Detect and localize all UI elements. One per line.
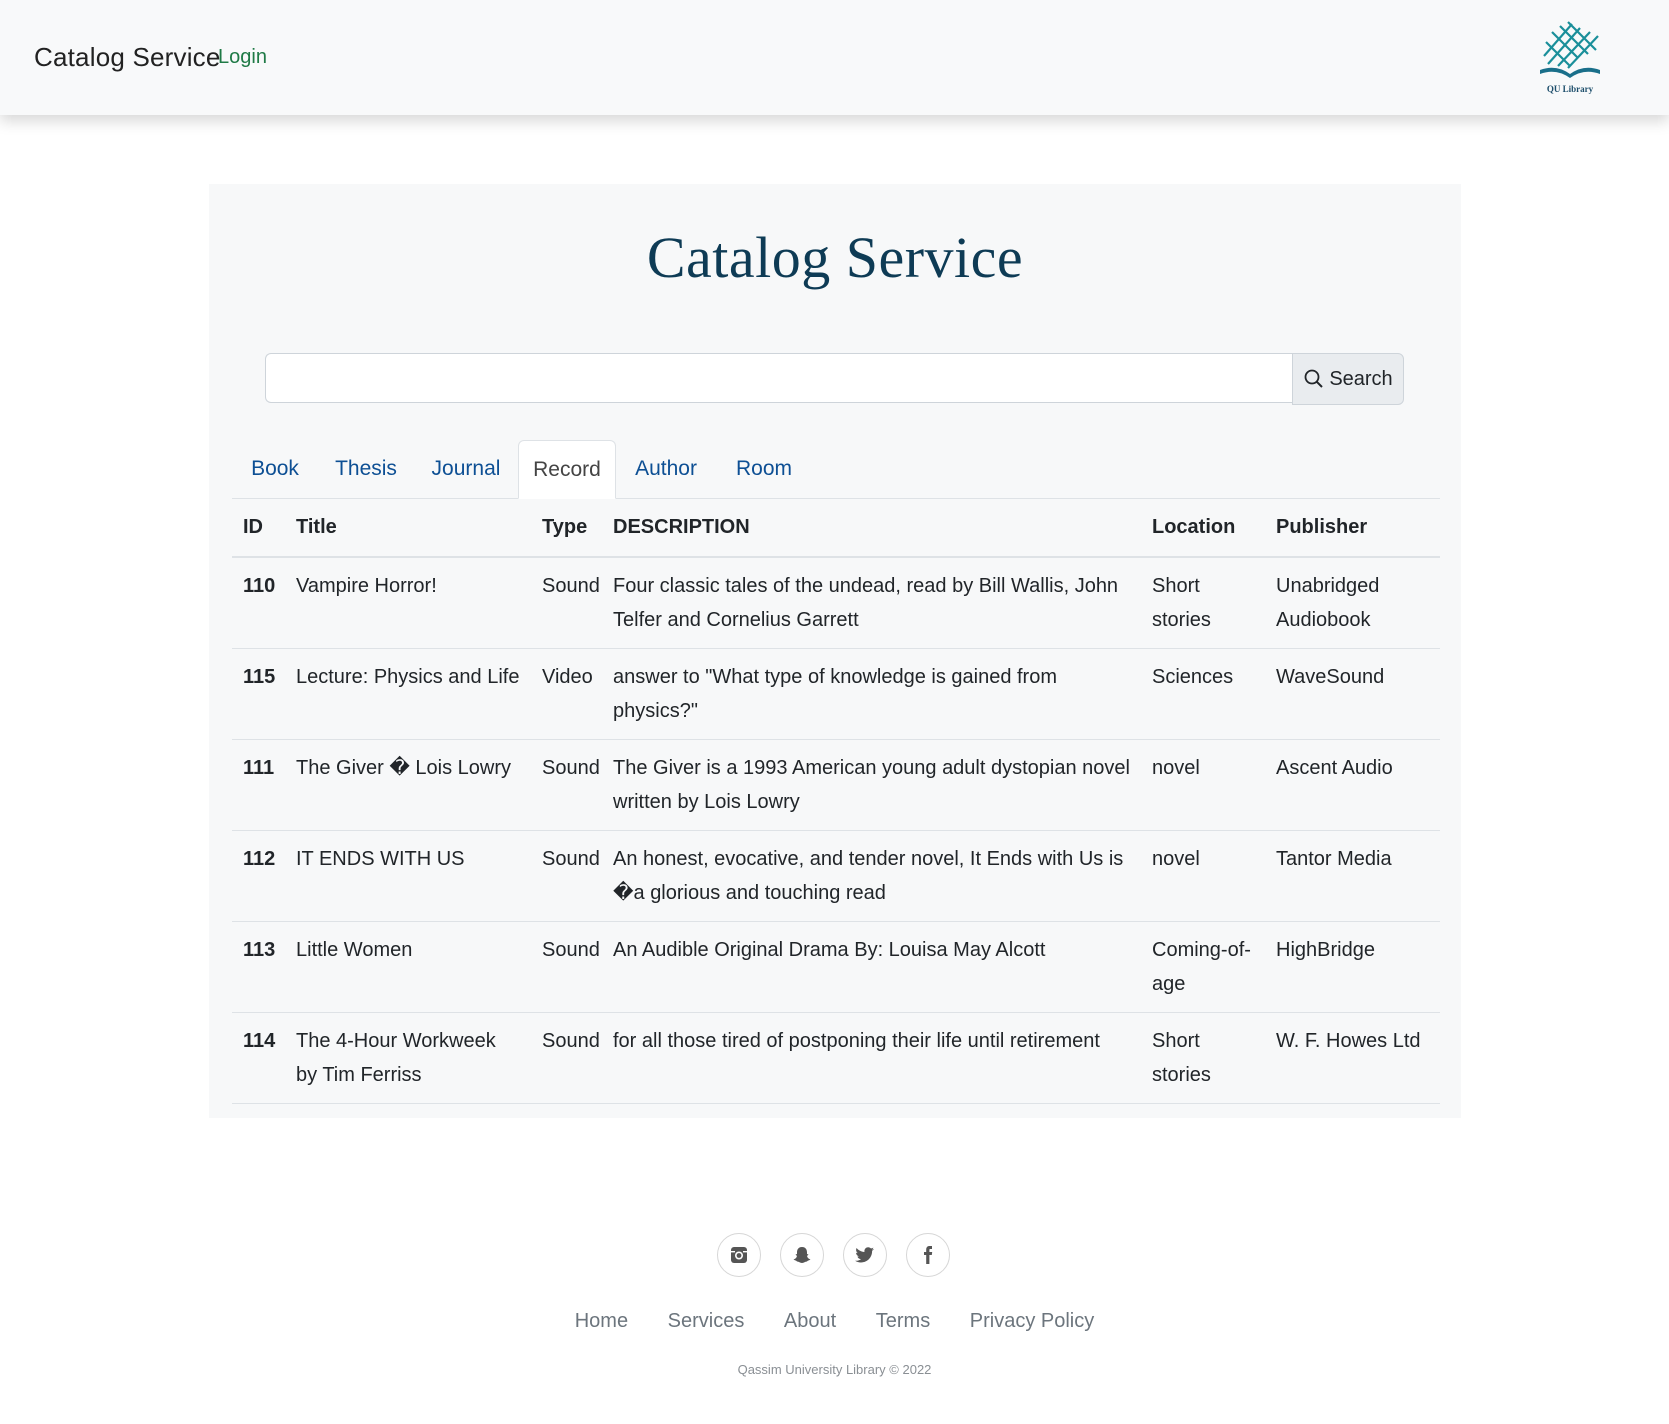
cell-description: An Audible Original Drama By: Louisa May…	[602, 921, 1141, 1013]
logo-caption: QU Library	[1546, 84, 1594, 94]
search-button[interactable]: Search	[1292, 353, 1404, 405]
footer-nav: Home Services About Terms Privacy Policy	[0, 1310, 1669, 1333]
tab-journal[interactable]: Journal	[414, 440, 518, 498]
cell-location: novel	[1141, 739, 1265, 831]
cell-location: novel	[1141, 830, 1265, 922]
cell-publisher: W. F. Howes Ltd	[1265, 1012, 1440, 1104]
cell-title: Vampire Horror!	[285, 557, 531, 649]
tab-thesis[interactable]: Thesis	[318, 440, 414, 498]
cell-type: Sound	[531, 1012, 602, 1104]
snapchat-button[interactable]	[780, 1233, 824, 1277]
page-title: Catalog Service	[646, 225, 1024, 290]
snapchat-icon	[793, 1247, 811, 1263]
table-row[interactable]: 111 The Giver � Lois Lowry Sound The Giv…	[232, 739, 1440, 831]
cell-type: Sound	[531, 739, 602, 831]
twitter-button[interactable]	[843, 1233, 887, 1277]
footer-link-services[interactable]: Services	[668, 1310, 745, 1332]
cell-id: 114	[232, 1012, 285, 1104]
category-tabs: Book Thesis Journal Record Author Room	[232, 440, 1440, 499]
instagram-button[interactable]	[717, 1233, 761, 1277]
table-row[interactable]: 113 Little Women Sound An Audible Origin…	[232, 921, 1440, 1013]
facebook-icon	[924, 1246, 933, 1264]
column-header-type[interactable]: Type	[531, 498, 602, 558]
column-header-publisher[interactable]: Publisher	[1265, 498, 1440, 558]
search-icon	[1304, 369, 1324, 388]
search-bar: Search	[265, 353, 1405, 405]
column-header-id[interactable]: ID	[232, 498, 285, 558]
cell-title: Lecture: Physics and Life	[285, 648, 531, 740]
cell-id: 110	[232, 557, 285, 649]
tab-record[interactable]: Record	[518, 440, 616, 499]
social-links	[717, 1233, 953, 1279]
cell-id: 112	[232, 830, 285, 922]
footer-link-terms[interactable]: Terms	[876, 1310, 930, 1332]
cell-publisher: Ascent Audio	[1265, 739, 1440, 831]
column-header-location[interactable]: Location	[1141, 498, 1265, 558]
login-link[interactable]: Login	[218, 46, 267, 69]
table-header-row: ID Title Type DESCRIPTION Location Publi…	[232, 498, 1440, 558]
cell-description: Four classic tales of the undead, read b…	[602, 557, 1141, 649]
library-logo-icon	[1540, 21, 1600, 78]
cell-description: answer to "What type of knowledge is gai…	[602, 648, 1141, 740]
tab-room[interactable]: Room	[716, 440, 812, 498]
table-row[interactable]: 114 The 4-Hour Workweek by Tim Ferriss S…	[232, 1012, 1440, 1104]
cell-location: Coming-of-age	[1141, 921, 1265, 1013]
cell-title: The 4-Hour Workweek by Tim Ferriss	[285, 1012, 531, 1104]
copyright-text: Qassim University Library © 2022	[737, 1362, 932, 1377]
tab-author[interactable]: Author	[616, 440, 716, 498]
footer-link-home[interactable]: Home	[575, 1310, 628, 1332]
cell-title: Little Women	[285, 921, 531, 1013]
cell-id: 111	[232, 739, 285, 831]
column-header-description[interactable]: DESCRIPTION	[602, 498, 1141, 558]
cell-type: Sound	[531, 830, 602, 922]
table-row[interactable]: 115 Lecture: Physics and Life Video answ…	[232, 648, 1440, 740]
cell-location: Sciences	[1141, 648, 1265, 740]
instagram-icon	[731, 1247, 747, 1263]
footer-link-privacy[interactable]: Privacy Policy	[970, 1310, 1094, 1332]
table-row[interactable]: 112 IT ENDS WITH US Sound An honest, evo…	[232, 830, 1440, 922]
cell-publisher: HighBridge	[1265, 921, 1440, 1013]
cell-id: 113	[232, 921, 285, 1013]
cell-description: for all those tired of postponing their …	[602, 1012, 1141, 1104]
cell-description: An honest, evocative, and tender novel, …	[602, 830, 1141, 922]
cell-location: Short stories	[1141, 1012, 1265, 1104]
column-header-title[interactable]: Title	[285, 498, 531, 558]
search-input[interactable]	[265, 353, 1292, 403]
cell-description: The Giver is a 1993 American young adult…	[602, 739, 1141, 831]
cell-publisher: WaveSound	[1265, 648, 1440, 740]
cell-publisher: Tantor Media	[1265, 830, 1440, 922]
navbar-brand[interactable]: Catalog Service	[34, 42, 221, 73]
cell-type: Sound	[531, 921, 602, 1013]
twitter-icon	[855, 1247, 874, 1263]
qu-library-logo[interactable]: QU Library	[1530, 18, 1610, 100]
cell-type: Video	[531, 648, 602, 740]
records-table: ID Title Type DESCRIPTION Location Publi…	[232, 498, 1440, 1104]
footer-link-about[interactable]: About	[784, 1310, 836, 1332]
cell-location: Short stories	[1141, 557, 1265, 649]
top-navbar: Catalog Service Login QU Library	[0, 0, 1669, 115]
tab-book[interactable]: Book	[232, 440, 318, 498]
cell-title: The Giver � Lois Lowry	[285, 739, 531, 831]
facebook-button[interactable]	[906, 1233, 950, 1277]
cell-title: IT ENDS WITH US	[285, 830, 531, 922]
cell-type: Sound	[531, 557, 602, 649]
cell-publisher: Unabridged Audiobook	[1265, 557, 1440, 649]
catalog-card: Catalog Service Search Book Thesis Journ…	[209, 184, 1461, 1118]
search-button-label: Search	[1329, 367, 1393, 390]
cell-id: 115	[232, 648, 285, 740]
table-row[interactable]: 110 Vampire Horror! Sound Four classic t…	[232, 557, 1440, 649]
